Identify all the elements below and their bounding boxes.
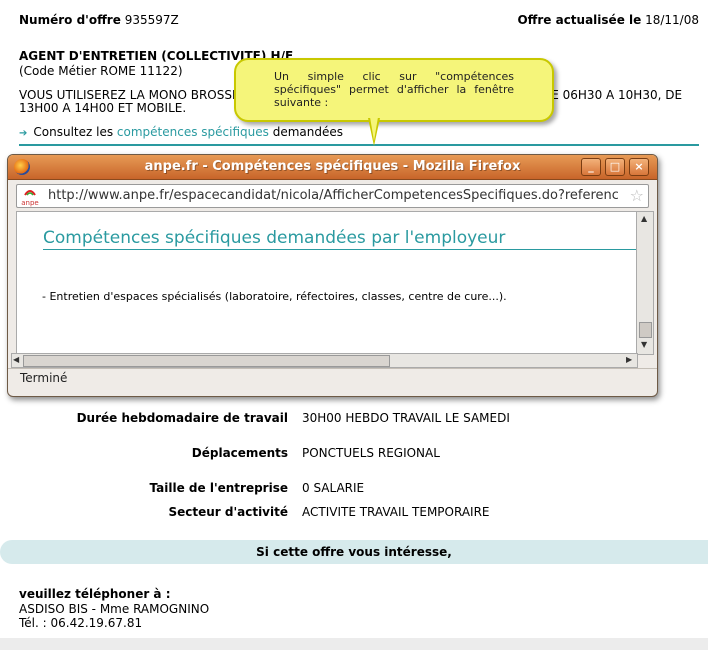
detail-label-company-size: Taille de l'entreprise [149,481,288,495]
window-titlebar[interactable]: anpe.fr - Compétences spécifiques - Mozi… [8,155,657,180]
maximize-icon[interactable]: □ [605,158,625,176]
contact-name: ASDISO BIS - Mme RAMOGNINO [19,602,210,616]
anpe-site-icon: anpe [21,187,39,207]
url-text[interactable]: http://www.anpe.fr/espacecandidat/nicola… [48,188,618,203]
status-bar-text: Terminé [20,371,68,385]
consult-suffix: demandées [272,125,343,139]
callout-bubble: Un simple clic sur "compétences spécifiq… [234,58,554,122]
detail-value-travel: PONCTUELS REGIONAL [302,446,440,460]
offer-updated: Offre actualisée le 18/11/08 [517,13,699,27]
interest-banner-text: Si cette offre vous intéresse, [256,545,452,559]
detail-label-hours: Durée hebdomadaire de travail [76,411,288,425]
status-divider [8,368,657,369]
vertical-scroll-thumb[interactable] [639,322,652,338]
specific-skills-link[interactable]: compétences spécifiques [117,125,269,139]
callout-tail-fill [370,117,378,141]
site-icon-label: anpe [21,199,39,207]
rome-code: (Code Métier ROME 11122) [19,64,183,78]
description-line-1: VOUS UTILISEREZ LA MONO BROSSE [19,88,240,102]
scroll-up-icon[interactable]: ▲ [641,214,647,223]
popup-content: Compétences spécifiques demandées par l'… [16,211,646,355]
consult-prefix: Consultez les [33,125,114,139]
arrow-right-icon: ➔ [19,128,28,139]
detail-value-company-size: 0 SALARIE [302,481,365,495]
bottom-bar [0,638,708,650]
offer-number-label: Numéro d'offre [19,13,121,27]
vertical-scrollbar[interactable]: ▲ ▼ [636,211,654,355]
scroll-right-icon[interactable]: ▶ [626,355,632,364]
offer-updated-label: Offre actualisée le [517,13,642,27]
callout-text: Un simple clic sur "compétences spécifiq… [274,70,514,109]
star-icon[interactable]: ☆ [630,186,644,205]
offer-updated-date: 18/11/08 [645,13,699,27]
window-title: anpe.fr - Compétences spécifiques - Mozi… [144,159,521,174]
horizontal-scroll-thumb[interactable] [23,355,390,367]
url-bar[interactable]: anpe http://www.anpe.fr/espacecandidat/n… [16,184,649,208]
scroll-left-icon[interactable]: ◀ [13,355,19,364]
section-divider [19,144,699,146]
detail-value-sector: ACTIVITE TRAVAIL TEMPORAIRE [302,505,490,519]
detail-label-sector: Secteur d'activité [168,505,288,519]
contact-phone: Tél. : 06.42.19.67.81 [19,616,143,630]
consult-specific-skills: ➔ Consultez les compétences spécifiques d… [19,125,343,139]
popup-heading: Compétences spécifiques demandées par l'… [43,228,506,248]
detail-value-hours: 30H00 HEBDO TRAVAIL LE SAMEDI [302,411,510,425]
horizontal-scrollbar[interactable]: ◀ ▶ [11,353,638,368]
contact-heading: veuillez téléphoner à : [19,587,171,601]
scroll-down-icon[interactable]: ▼ [641,340,647,349]
description-line-1-right: DE 06H30 A 10H30, DE [542,88,683,102]
offer-number: Numéro d'offre 935597Z [19,13,179,27]
description-line-2: 13H00 A 14H00 ET MOBILE. [19,101,187,115]
detail-label-travel: Déplacements [191,446,288,460]
popup-window[interactable]: anpe.fr - Compétences spécifiques - Mozi… [7,154,658,397]
minimize-icon[interactable]: _ [581,158,601,176]
offer-number-value: 935597Z [124,13,179,27]
skill-item: - Entretien d'espaces spécialisés (labor… [42,290,507,303]
popup-heading-rule [43,249,638,250]
anpe-logo-shape [24,190,36,196]
close-icon[interactable]: × [629,158,649,176]
